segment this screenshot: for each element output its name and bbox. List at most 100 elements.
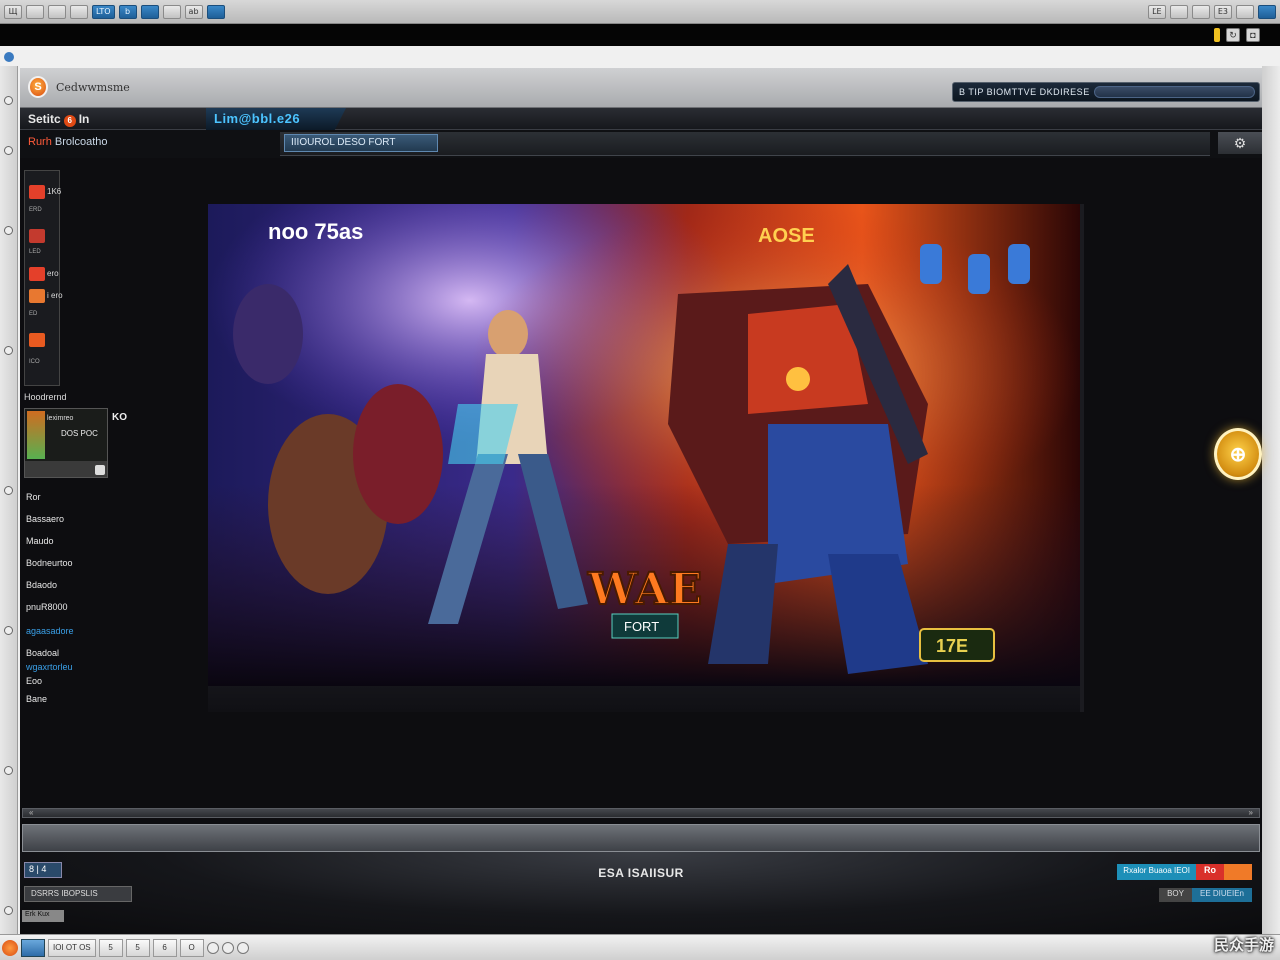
hero-artwork: noo 75as AOSE WAE FORT 17E xyxy=(208,204,1080,686)
sidebar-link[interactable]: Eoo xyxy=(26,676,42,686)
tab-active[interactable]: Lim@bbl.e26 xyxy=(206,108,346,130)
os-tray-4[interactable]: E3 xyxy=(1213,4,1232,19)
tool-circle-icon[interactable] xyxy=(4,906,13,915)
tool-circle-icon[interactable] xyxy=(4,346,13,355)
card-line-2: DOS POC xyxy=(61,429,98,438)
start-orb-icon[interactable] xyxy=(2,939,18,956)
sidebar-app-icon[interactable] xyxy=(29,333,45,347)
hero-title-right: AOSE xyxy=(758,225,815,247)
app-header: S Cedwwmsme B TIP BIOMTTVE DKDIRESE xyxy=(20,68,1262,108)
sidebar-link[interactable]: agaasadore xyxy=(26,626,74,636)
header-search-input[interactable] xyxy=(1093,86,1255,98)
os-task-2[interactable]: b xyxy=(118,4,137,19)
tool-circle-icon[interactable] xyxy=(4,96,13,105)
os-quicklaunch-2[interactable] xyxy=(48,4,66,19)
hero-logo-sub: FORT xyxy=(624,619,659,634)
footer-buy-button[interactable]: BOY xyxy=(1159,888,1192,902)
footer-action-orange-icon[interactable] xyxy=(1224,864,1252,880)
sidebar-link[interactable]: Bassaero xyxy=(26,514,64,524)
sidebar-link[interactable]: Bodneurtoo xyxy=(26,558,73,568)
warning-icon xyxy=(1214,28,1220,42)
os-tray-5[interactable] xyxy=(1236,4,1254,19)
os-quicklaunch-3[interactable] xyxy=(70,4,88,19)
sidebar-link[interactable]: wgaxrtorleu xyxy=(26,662,73,672)
sidebar-item-sublabel: ICO xyxy=(29,359,40,365)
breadcrumb-item-b[interactable]: Brolcoatho xyxy=(55,136,108,148)
tool-circle-icon[interactable] xyxy=(4,626,13,635)
sidebar-link[interactable]: Bdaodo xyxy=(26,580,57,590)
taskbar-item[interactable]: O xyxy=(179,938,204,957)
os-secondary-strip: ↻ ◘ xyxy=(0,24,1280,46)
sidebar-link[interactable]: pnuR8000 xyxy=(26,602,68,612)
taskbar-item[interactable] xyxy=(21,938,45,957)
sidebar-link[interactable]: Ror xyxy=(26,492,41,502)
os-task-4[interactable] xyxy=(162,4,181,19)
nav-row: Setitc 6 In Lim@bbl.e26 xyxy=(20,108,1262,130)
hero-title-left: noo 75as xyxy=(268,219,363,244)
collapse-right-icon[interactable]: » xyxy=(1249,808,1253,817)
refresh-icon[interactable]: ↻ xyxy=(1226,28,1240,42)
breadcrumb-item-a[interactable]: Rurh xyxy=(28,136,52,148)
os-start-button[interactable]: Щ xyxy=(4,4,22,19)
settings-icon[interactable]: ⚙ xyxy=(1218,132,1262,154)
sidebar-app-icon[interactable] xyxy=(29,185,45,199)
sidebar-link[interactable]: Maudo xyxy=(26,536,54,546)
os-tray-6[interactable] xyxy=(1258,4,1276,19)
os-task-6[interactable] xyxy=(206,4,225,19)
os-task-5[interactable]: ab xyxy=(184,4,203,19)
sidebar-link[interactable]: Bane xyxy=(26,694,47,704)
footer-actions-secondary: BOY EE DIUEIEn xyxy=(1159,888,1252,902)
card-close-icon[interactable] xyxy=(95,465,105,475)
sidebar-app-icon[interactable] xyxy=(29,267,45,281)
sidebar-item-label: 1K6 xyxy=(47,187,62,196)
app-client: Setitc 6 In Lim@bbl.e26 Rurh Brolcoatho II… xyxy=(20,108,1262,934)
camera-icon[interactable]: ◘ xyxy=(1246,28,1260,42)
breadcrumb[interactable]: Rurh Brolcoatho xyxy=(28,136,108,148)
footer-action-red[interactable]: Ro xyxy=(1196,864,1224,880)
footer-action-primary[interactable]: Rxalor Buaoa IEOI xyxy=(1117,864,1196,880)
hero-banner[interactable]: noo 75as AOSE WAE FORT 17E xyxy=(208,204,1080,686)
tool-circle-icon[interactable] xyxy=(4,766,13,775)
collapse-left-icon[interactable]: « xyxy=(29,808,33,817)
sidebar-item-sublabel: ED xyxy=(29,311,38,317)
overwatch-logo-icon[interactable]: ⊕ xyxy=(1214,428,1262,480)
os-tray-2[interactable] xyxy=(1169,4,1188,19)
tool-circle-icon[interactable] xyxy=(4,146,13,155)
taskbar-item[interactable]: IOI OT OS xyxy=(48,938,96,957)
right-scroll-gutter[interactable] xyxy=(1262,66,1280,934)
sidebar-app-icon[interactable] xyxy=(29,289,45,303)
card-side-label: KO xyxy=(112,412,127,423)
os-tray-1[interactable]: ĽE xyxy=(1147,4,1166,19)
sidebar-link[interactable]: Boadoal xyxy=(26,648,59,658)
card-line-1: leximreo xyxy=(47,415,74,422)
taskbar-circle-icon[interactable] xyxy=(206,941,219,954)
profile-card[interactable]: leximreo DOS POC xyxy=(24,408,108,478)
section-title-text: Setitc xyxy=(28,112,61,126)
section-title[interactable]: Setitc 6 In xyxy=(28,112,89,127)
taskbar-item[interactable]: 5 xyxy=(125,938,150,957)
sidebar-item-label: i ero xyxy=(47,291,63,300)
footer-secondary-button[interactable]: DSRRS IBOPSLIS xyxy=(24,886,132,902)
footer-tab-button[interactable]: Erk Kux xyxy=(22,910,64,922)
taskbar-circle-icon[interactable] xyxy=(236,941,249,954)
app-window: S Cedwwmsme B TIP BIOMTTVE DKDIRESE Seti… xyxy=(0,46,1280,934)
taskbar-item[interactable]: 5 xyxy=(98,938,123,957)
footer-actions: Rxalor Buaoa IEOI Ro xyxy=(1117,864,1252,880)
os-tray-3[interactable] xyxy=(1191,4,1210,19)
app-logo[interactable]: S xyxy=(28,76,48,98)
section-title-suffix: In xyxy=(78,112,90,126)
footer-blue-button[interactable]: EE DIUEIEn xyxy=(1191,888,1252,902)
left-toolbar xyxy=(0,66,18,934)
os-quicklaunch-1[interactable] xyxy=(26,4,44,19)
taskbar-circle-icon[interactable] xyxy=(221,941,234,954)
header-search[interactable]: B TIP BIOMTTVE DKDIRESE xyxy=(952,82,1260,102)
os-task-3[interactable] xyxy=(140,4,159,19)
tool-circle-icon[interactable] xyxy=(4,486,13,495)
taskbar-item[interactable]: 6 xyxy=(152,938,177,957)
search-tab[interactable]: IIIOUROL DESO FORT xyxy=(284,134,438,152)
divider-bar[interactable]: « » xyxy=(22,808,1260,818)
tool-circle-icon[interactable] xyxy=(4,226,13,235)
footer-mini-button[interactable]: 8 | 4 xyxy=(24,862,62,878)
os-task-1[interactable]: LTO xyxy=(92,4,115,19)
sidebar-app-icon[interactable] xyxy=(29,229,45,243)
